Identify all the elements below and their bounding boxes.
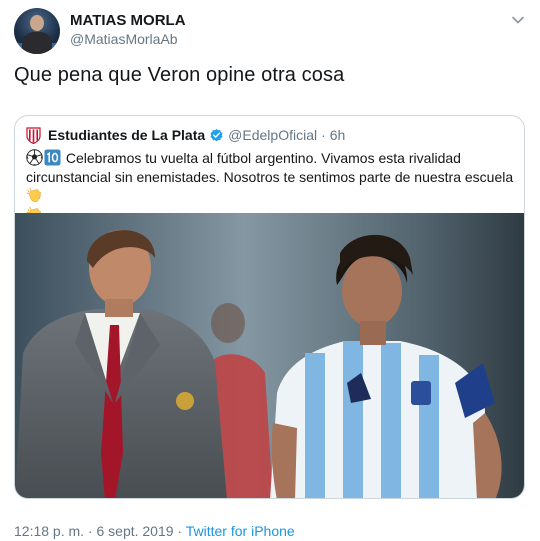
clapping-hands-emoji-icon (26, 187, 41, 203)
keycap-10-emoji-icon (44, 149, 61, 166)
quoted-author-name[interactable]: Estudiantes de La Plata (48, 127, 205, 143)
quoted-author-handle[interactable]: @EdelpOficial (228, 127, 317, 143)
tweet-text: Que pena que Veron opine otra cosa (14, 64, 345, 86)
author-avatar[interactable] (14, 8, 60, 54)
author-name[interactable]: MATIAS MORLA (70, 12, 186, 29)
quoted-tweet-header: Estudiantes de La Plata @EdelpOficial · … (26, 126, 345, 144)
quoted-timestamp[interactable]: 6h (330, 127, 346, 143)
tweet-source-link[interactable]: Twitter for iPhone (186, 523, 295, 539)
verified-badge-icon (210, 128, 223, 141)
tweet-metadata: 12:18 p. m. · 6 sept. 2019 · Twitter for… (14, 523, 295, 539)
quoted-tweet-photo[interactable] (15, 213, 524, 498)
chevron-down-icon[interactable] (510, 12, 526, 28)
tweet-timestamp[interactable]: 12:18 p. m. · 6 sept. 2019 · (14, 523, 186, 539)
author-handle[interactable]: @MatiasMorlaAb (70, 31, 178, 47)
quoted-separator: · (321, 127, 326, 143)
soccer-ball-emoji-icon (26, 149, 43, 166)
photo-image (15, 213, 524, 498)
quoted-text-body: Celebramos tu vuelta al fútbol argentino… (26, 150, 514, 185)
quoted-tweet[interactable]: Estudiantes de La Plata @EdelpOficial · … (14, 115, 525, 499)
club-crest-icon (26, 126, 41, 144)
tweet: MATIAS MORLA @MatiasMorlaAb Que pena que… (0, 0, 540, 541)
